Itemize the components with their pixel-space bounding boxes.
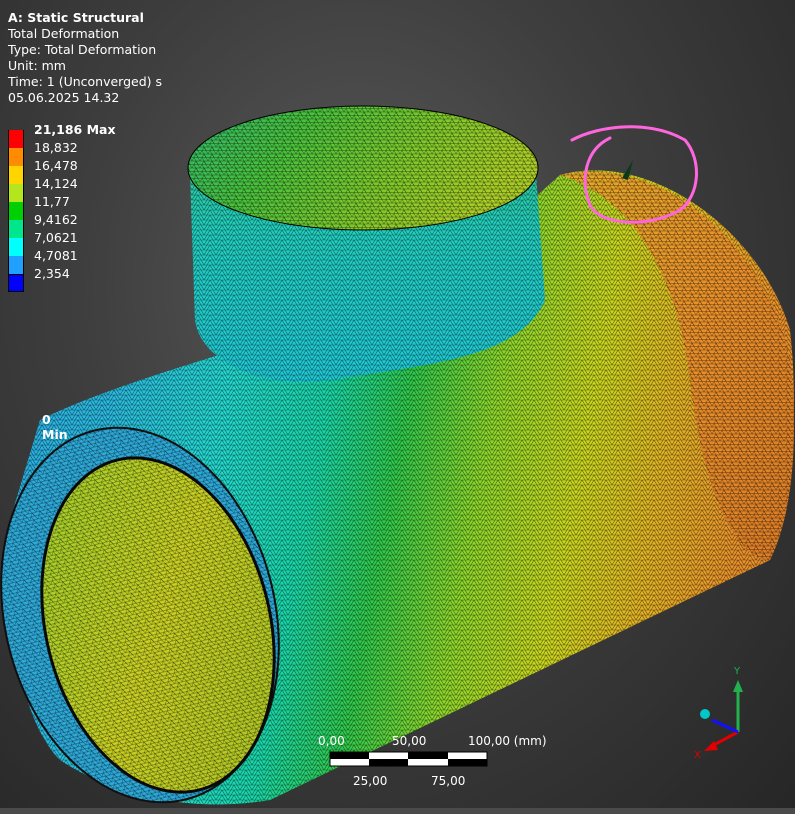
result-unit: Unit: mm [8,58,66,73]
legend-value-label: 14,124 [34,176,78,191]
coordinate-triad[interactable]: Y X [690,662,760,762]
legend-min-swatch [8,274,24,292]
result-name: Total Deformation [8,26,120,41]
scale-bar-graphic [329,751,488,767]
legend-swatch [8,148,24,166]
legend-swatch [8,220,24,238]
legend-swatch [8,238,24,256]
legend-swatch [8,130,24,148]
triad-x-label: X [694,750,701,761]
analysis-title: A: Static Structural [8,10,144,25]
legend-swatch [8,166,24,184]
tee-branch-cap-mesh [188,106,538,230]
result-type: Type: Total Deformation [8,42,157,57]
triad-y-arrowhead [733,680,743,692]
triad-z-axis [711,718,739,734]
scale-bar: 0,00 50,00 100,00 (mm) 25,00 75,00 [300,733,560,793]
legend-value-label: 9,4162 [34,212,78,227]
legend-value-label: 2,354 [34,266,70,281]
triad-y-label: Y [733,666,741,677]
legend-value-label: 11,77 [34,194,70,209]
model-viewport[interactable] [0,0,795,814]
result-date: 05.06.2025 14.32 [8,90,120,105]
legend-value-label: 7,0621 [34,230,78,245]
scale-label-75: 75,00 [431,774,466,788]
legend-swatch [8,184,24,202]
legend-swatch [8,256,24,274]
legend-value-label: 18,832 [34,140,78,155]
legend-swatch [8,202,24,220]
scale-label-50: 50,00 [392,734,427,748]
legend-value-label: 21,186 Max [34,122,116,137]
scale-label-0: 0,00 [318,734,345,748]
result-time: Time: 1 (Unconverged) s [8,74,163,89]
triad-origin-sphere [700,709,710,719]
scale-label-25: 25,00 [353,774,388,788]
scale-label-100: 100,00 (mm) [468,734,547,748]
legend-value-label: 16,478 [34,158,78,173]
result-info-panel: A: Static Structural Total Deformation T… [8,10,162,106]
viewport-bottom-edge [0,808,795,814]
legend-min-label: 0 Min [42,412,68,442]
legend-value-label: 4,7081 [34,248,78,263]
